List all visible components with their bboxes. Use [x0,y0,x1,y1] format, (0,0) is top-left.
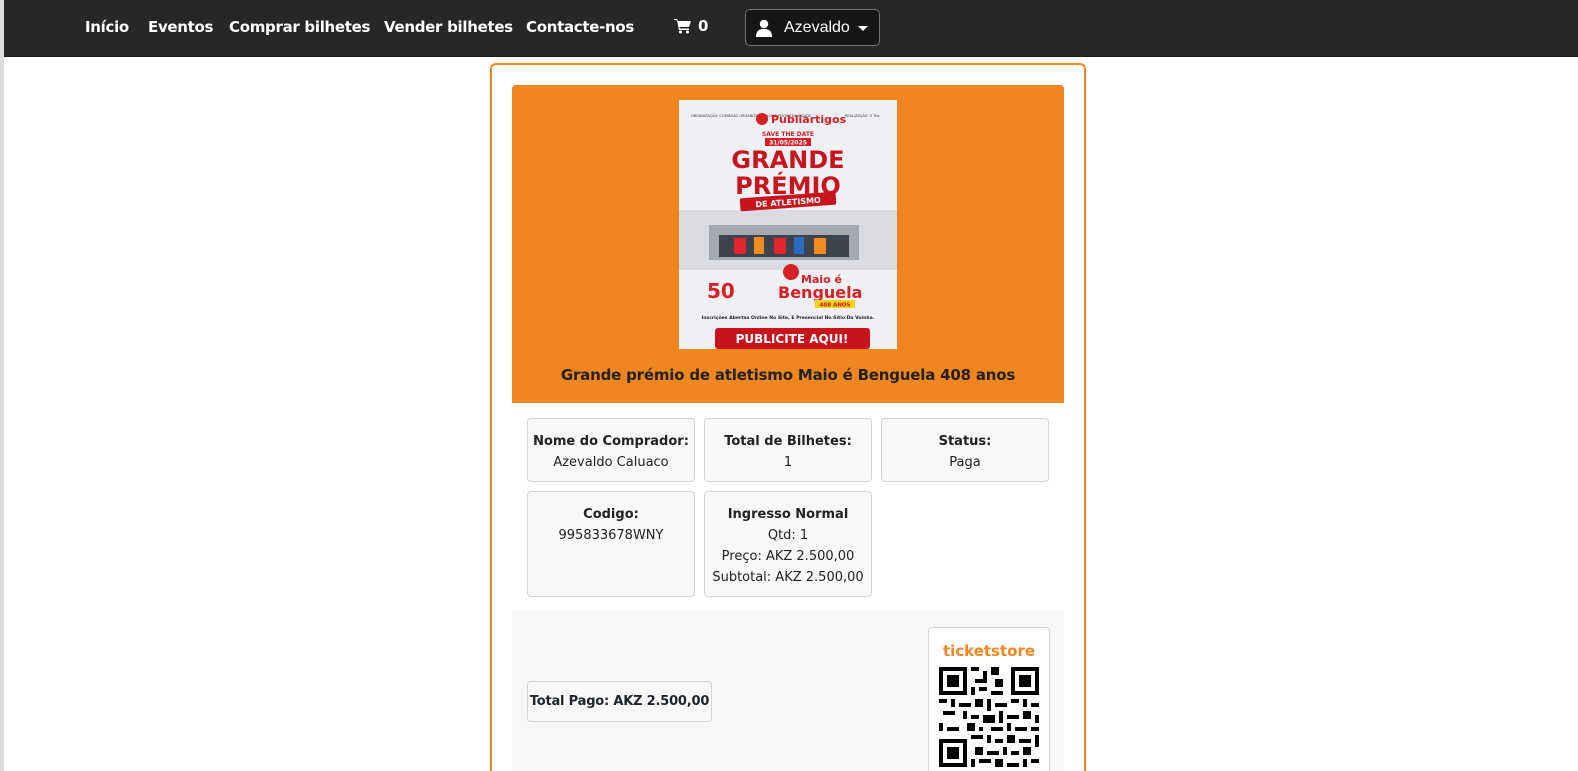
poster-brand: Publiartigos [771,113,847,126]
user-name: Azevaldo [784,18,850,36]
ticket-type-label: Ingresso Normal [727,507,849,522]
buyer-name-label: Nome do Comprador: [533,434,689,449]
poster-cta: PUBLICITE AQUI! [736,332,849,346]
user-icon [756,19,772,37]
page-left-border [0,0,4,771]
nav-link-vender-bilhetes[interactable]: Vender bilhetes [384,18,513,36]
top-navbar: Início Eventos Comprar bilhetes Vender b… [4,0,1578,57]
chevron-down-icon [857,26,868,31]
nav-link-eventos[interactable]: Eventos [148,18,213,36]
event-banner: ORGANIZAÇÃO: COMISSÃO ORGANIZADORA DAS F… [512,85,1064,403]
order-card: ORGANIZAÇÃO: COMISSÃO ORGANIZADORA DAS F… [490,63,1086,771]
ticket-qty: Qtd: 1 [767,528,809,543]
poster-flower-icon [783,264,799,280]
nav-link-contacte-nos[interactable]: Contacte-nos [526,18,634,36]
poster-brand-logo [756,113,768,125]
poster-save-the-date: SAVE THE DATE [762,131,814,138]
total-tickets-label: Total de Bilhetes: [724,434,852,449]
poster-info: Inscrições Abertas Online No Site, E Pre… [701,314,874,321]
status-box: Status: Paga [881,418,1049,482]
code-box: Codigo: 995833678WNY [527,491,695,597]
poster-years: 408 ANOS [820,303,851,309]
cart-count: 0 [698,17,709,35]
event-poster-image: ORGANIZAÇÃO: COMISSÃO ORGANIZADORA DAS F… [679,100,897,349]
cart-icon [674,19,691,34]
ticket-price: Preço: AKZ 2.500,00 [721,549,855,564]
code-value: 995833678WNY [558,528,664,543]
ticket-subtotal: Subtotal: AKZ 2.500,00 [712,570,864,585]
poster-logo-50: 50 [707,279,735,303]
qr-code-image [939,667,1039,767]
qr-code-box: ticketstore [928,627,1050,771]
qr-brand-label: ticketstore [942,642,1036,660]
user-menu-dropdown[interactable]: Azevaldo [745,9,880,46]
status-value: Paga [949,455,981,470]
poster-benguela: Benguela [778,283,862,302]
total-paid-box: Total Pago: AKZ 2.500,00 [527,681,712,722]
ticket-type-box: Ingresso Normal Qtd: 1 Preço: AKZ 2.500,… [704,491,872,597]
cart-button[interactable]: 0 [674,17,708,35]
buyer-name-value: Azevaldo Caluaco [553,455,669,470]
total-tickets-value: 1 [783,455,793,470]
buyer-name-box: Nome do Comprador: Azevaldo Caluaco [527,418,695,482]
event-title: Grande prémio de atletismo Maio é Bengue… [560,366,1016,384]
nav-link-comprar-bilhetes[interactable]: Comprar bilhetes [229,18,370,36]
code-label: Codigo: [583,507,639,522]
total-tickets-box: Total de Bilhetes: 1 [704,418,872,482]
poster-headline-1: GRANDE [731,146,844,174]
status-label: Status: [938,434,992,449]
order-footer: Total Pago: AKZ 2.500,00 ticketstore [512,611,1064,771]
nav-link-inicio[interactable]: Início [85,18,129,36]
poster-top-right: REALIZAÇÃO: O Trio [845,113,880,118]
